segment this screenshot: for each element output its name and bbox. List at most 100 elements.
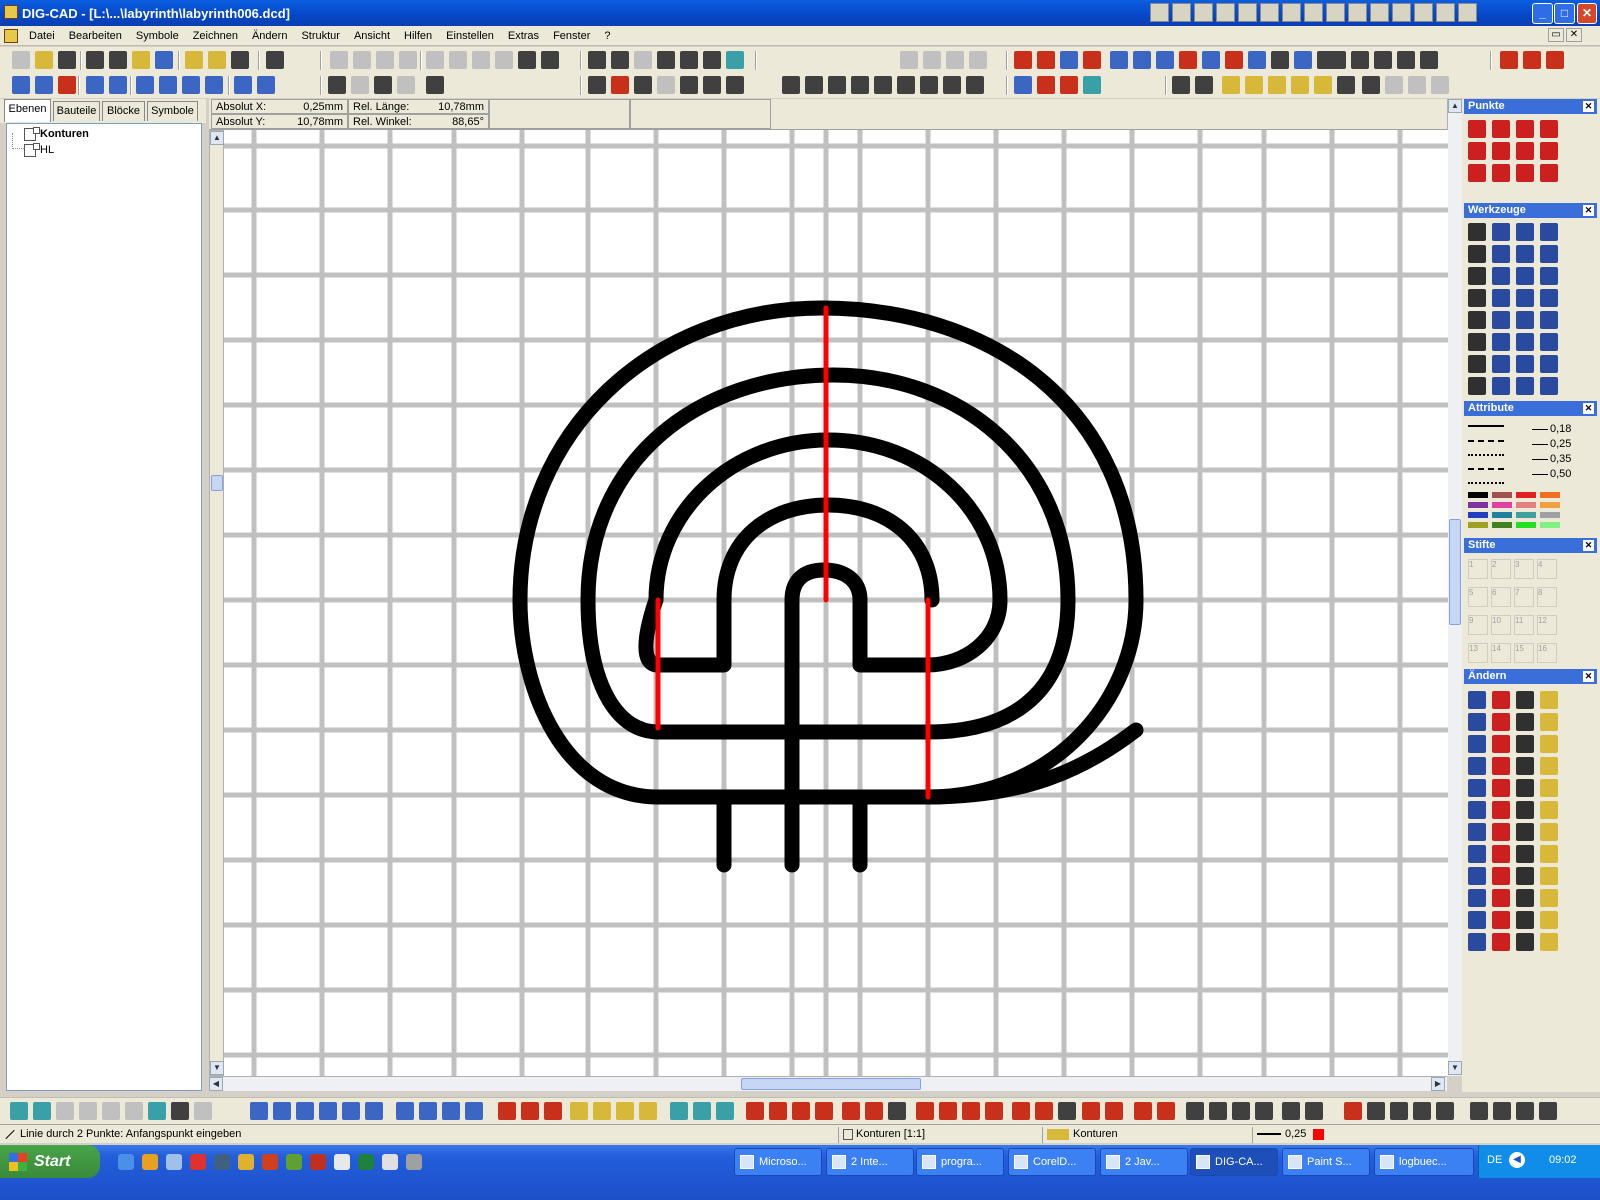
draw-tool-icon[interactable] bbox=[319, 1102, 337, 1120]
toolbar-tool-icon[interactable] bbox=[1195, 76, 1213, 94]
panel-tool-icon[interactable] bbox=[1468, 889, 1486, 907]
draw-tool-icon[interactable] bbox=[1539, 1102, 1557, 1120]
panel-tool-icon[interactable] bbox=[1468, 911, 1486, 929]
toolbar-tool-icon[interactable] bbox=[1362, 76, 1380, 94]
panel-tool-icon[interactable] bbox=[1492, 845, 1510, 863]
panel-tool-icon[interactable] bbox=[1468, 757, 1486, 775]
draw-tool-icon[interactable] bbox=[693, 1102, 711, 1120]
draw-tool-icon[interactable] bbox=[1232, 1102, 1250, 1120]
panel-tool-icon[interactable] bbox=[1540, 845, 1558, 863]
panel-tool-icon[interactable] bbox=[1516, 311, 1534, 329]
draw-tool-icon[interactable] bbox=[670, 1102, 688, 1120]
toolbar-tool-icon[interactable] bbox=[1397, 51, 1415, 69]
panel-tool-icon[interactable] bbox=[1492, 333, 1510, 351]
toolbar-tool-icon[interactable] bbox=[541, 51, 559, 69]
panel-tool-icon[interactable] bbox=[1516, 911, 1534, 929]
panel-tool-icon[interactable] bbox=[1492, 164, 1510, 182]
toolbar-tool-icon[interactable] bbox=[805, 76, 823, 94]
draw-tool-icon[interactable] bbox=[1157, 1102, 1175, 1120]
toolbar-tool-icon[interactable] bbox=[611, 76, 629, 94]
toolbar-tool-icon[interactable] bbox=[1328, 51, 1346, 69]
draw-tool-icon[interactable] bbox=[194, 1102, 212, 1120]
menu-extras[interactable]: Extras bbox=[501, 30, 546, 42]
toolbar-tool-icon[interactable] bbox=[897, 76, 915, 94]
quick-icon-11[interactable] bbox=[1370, 3, 1389, 22]
toolbar-tool-icon[interactable] bbox=[943, 76, 961, 94]
color-swatch[interactable] bbox=[1540, 502, 1560, 508]
panel-tool-icon[interactable] bbox=[1540, 757, 1558, 775]
taskbar-task[interactable]: Microso... bbox=[734, 1148, 822, 1176]
color-swatch[interactable] bbox=[1468, 492, 1488, 498]
toolbar-tool-icon[interactable] bbox=[86, 51, 104, 69]
draw-tool-icon[interactable] bbox=[570, 1102, 588, 1120]
menu-einstellen[interactable]: Einstellen bbox=[439, 30, 501, 42]
toolbar-tool-icon[interactable] bbox=[58, 76, 76, 94]
toolbar-tool-icon[interactable] bbox=[1420, 51, 1438, 69]
draw-tool-icon[interactable] bbox=[296, 1102, 314, 1120]
toolbar-tool-icon[interactable] bbox=[923, 51, 941, 69]
draw-tool-icon[interactable] bbox=[521, 1102, 539, 1120]
toolbar-tool-icon[interactable] bbox=[1179, 51, 1197, 69]
quick-icon-15[interactable] bbox=[1458, 3, 1477, 22]
pen-slot[interactable]: 10 bbox=[1491, 615, 1511, 635]
toolbar-tool-icon[interactable] bbox=[1294, 51, 1312, 69]
toolbar-tool-icon[interactable] bbox=[1060, 51, 1078, 69]
draw-tool-icon[interactable] bbox=[1035, 1102, 1053, 1120]
pen-slot[interactable]: 12 bbox=[1537, 615, 1557, 635]
taskbar-task[interactable]: 2 Jav... bbox=[1100, 1148, 1188, 1176]
panel-tool-icon[interactable] bbox=[1468, 691, 1486, 709]
toolbar-tool-icon[interactable] bbox=[1314, 76, 1332, 94]
toolbar-tool-icon[interactable] bbox=[472, 51, 490, 69]
panel-tool-icon[interactable] bbox=[1468, 933, 1486, 951]
toolbar-tool-icon[interactable] bbox=[966, 76, 984, 94]
draw-tool-icon[interactable] bbox=[1516, 1102, 1534, 1120]
quick-icon-7[interactable] bbox=[1282, 3, 1301, 22]
draw-tool-icon[interactable] bbox=[1470, 1102, 1488, 1120]
panel-tool-icon[interactable] bbox=[1540, 355, 1558, 373]
toolbar-tool-icon[interactable] bbox=[1083, 76, 1101, 94]
panel-tool-icon[interactable] bbox=[1516, 377, 1534, 395]
panel-tool-icon[interactable] bbox=[1540, 164, 1558, 182]
draw-tool-icon[interactable] bbox=[962, 1102, 980, 1120]
panel-tool-icon[interactable] bbox=[1540, 823, 1558, 841]
draw-tool-icon[interactable] bbox=[1436, 1102, 1454, 1120]
menu-zeichnen[interactable]: Zeichnen bbox=[186, 30, 245, 42]
toolbar-tool-icon[interactable] bbox=[851, 76, 869, 94]
panel-tool-icon[interactable] bbox=[1540, 377, 1558, 395]
menu-struktur[interactable]: Struktur bbox=[294, 30, 347, 42]
close-icon[interactable]: ✕ bbox=[1583, 101, 1594, 112]
panel-tool-icon[interactable] bbox=[1492, 889, 1510, 907]
toolbar-tool-icon[interactable] bbox=[35, 51, 53, 69]
toolbar-tool-icon[interactable] bbox=[1060, 76, 1078, 94]
toolbar-tool-icon[interactable] bbox=[1268, 76, 1286, 94]
panel-tool-icon[interactable] bbox=[1540, 735, 1558, 753]
quick-launch-icon[interactable] bbox=[190, 1154, 206, 1170]
panel-tool-icon[interactable] bbox=[1516, 735, 1534, 753]
quick-icon-4[interactable] bbox=[1216, 3, 1235, 22]
linestyle-dashed[interactable] bbox=[1468, 440, 1504, 442]
draw-tool-icon[interactable] bbox=[1282, 1102, 1300, 1120]
menu-help[interactable]: ? bbox=[597, 30, 617, 42]
tab-symbole[interactable]: Symbole bbox=[147, 101, 198, 121]
scroll-up-icon[interactable]: ▲ bbox=[210, 131, 224, 145]
draw-tool-icon[interactable] bbox=[342, 1102, 360, 1120]
panel-tool-icon[interactable] bbox=[1468, 245, 1486, 263]
panel-tool-icon[interactable] bbox=[1468, 823, 1486, 841]
quick-launch-icon[interactable] bbox=[214, 1154, 230, 1170]
color-swatch[interactable] bbox=[1492, 502, 1512, 508]
tab-ebenen[interactable]: Ebenen bbox=[4, 99, 51, 122]
panel-tool-icon[interactable] bbox=[1468, 779, 1486, 797]
panel-tool-icon[interactable] bbox=[1468, 867, 1486, 885]
taskbar-task[interactable]: DIG-CA... bbox=[1190, 1148, 1278, 1176]
toolbar-tool-icon[interactable] bbox=[185, 51, 203, 69]
toolbar-tool-icon[interactable] bbox=[1156, 51, 1174, 69]
panel-tool-icon[interactable] bbox=[1516, 355, 1534, 373]
color-swatch[interactable] bbox=[1540, 522, 1560, 528]
quick-icon-12[interactable] bbox=[1392, 3, 1411, 22]
panel-tool-icon[interactable] bbox=[1492, 911, 1510, 929]
toolbar-tool-icon[interactable] bbox=[205, 76, 223, 94]
panel-tool-icon[interactable] bbox=[1516, 713, 1534, 731]
panel-tool-icon[interactable] bbox=[1492, 757, 1510, 775]
toolbar-tool-icon[interactable] bbox=[782, 76, 800, 94]
draw-tool-icon[interactable] bbox=[1305, 1102, 1323, 1120]
